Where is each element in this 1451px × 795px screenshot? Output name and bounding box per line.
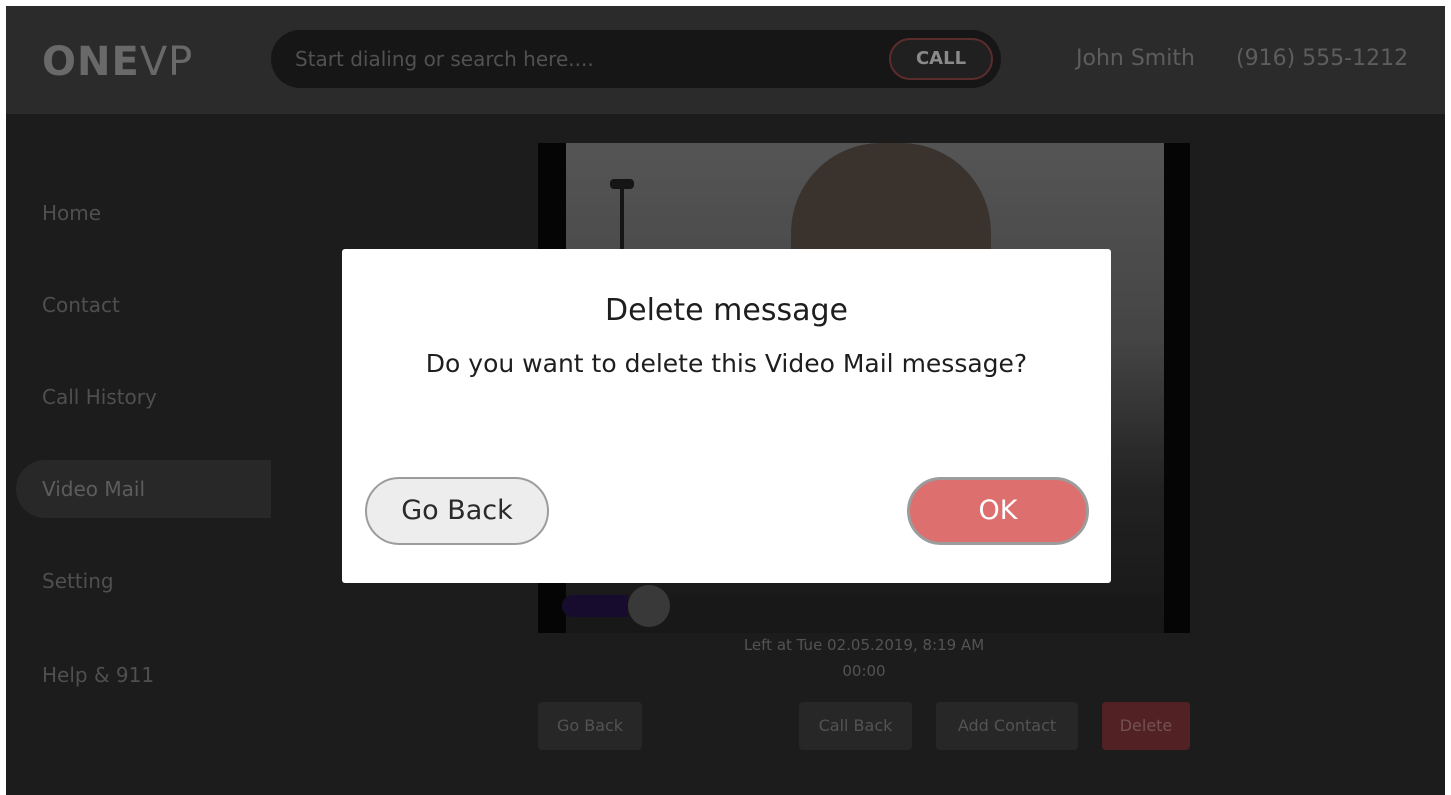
dialog-title: Delete message <box>605 293 848 328</box>
dialog-go-back-button[interactable]: Go Back <box>365 477 549 545</box>
dialog-ok-button[interactable]: OK <box>907 477 1089 545</box>
dialog-message: Do you want to delete this Video Mail me… <box>425 349 1028 378</box>
delete-confirm-dialog: Delete message Do you want to delete thi… <box>342 249 1111 583</box>
app-screen: ONEVP CALL John Smith (916) 555-1212 Hom… <box>6 6 1445 795</box>
